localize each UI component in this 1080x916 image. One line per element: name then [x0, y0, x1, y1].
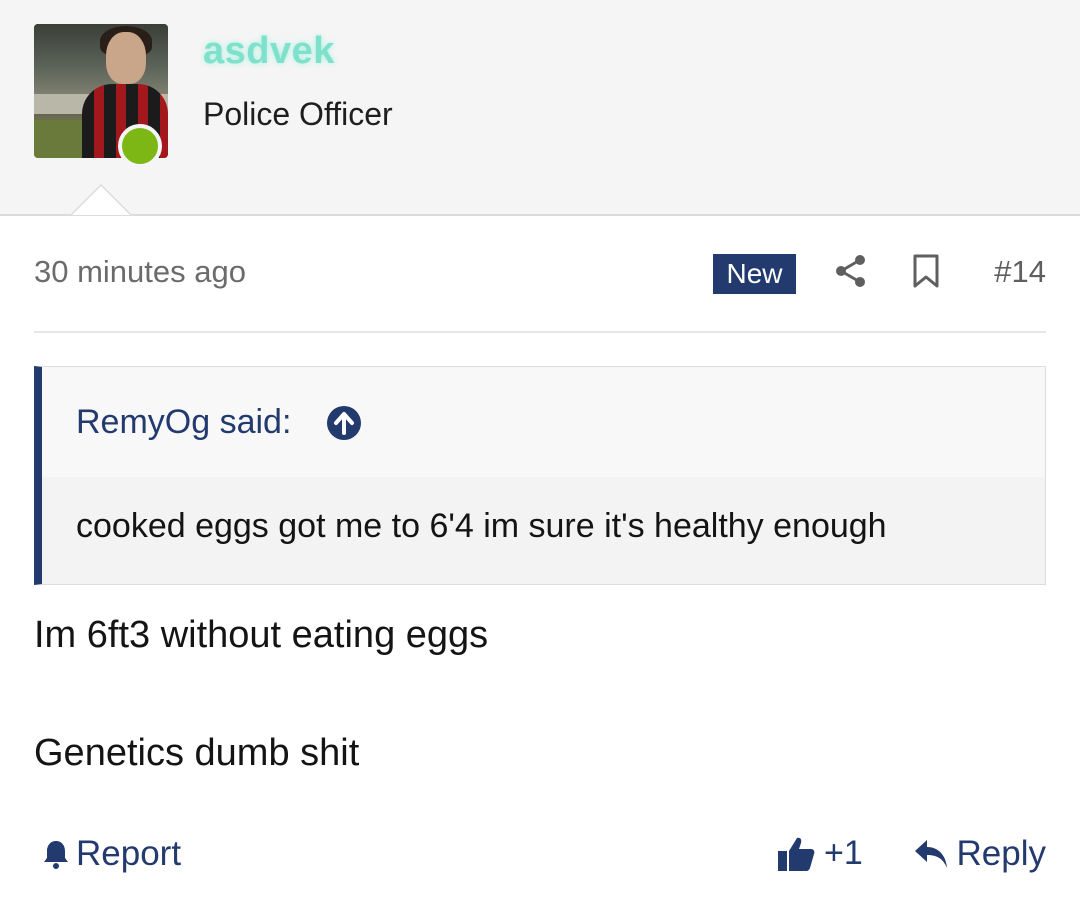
avatar-face [106, 32, 146, 84]
post-number-link[interactable]: #14 [994, 254, 1046, 290]
message-paragraph: Genetics dumb shit [34, 732, 360, 774]
arrow-up-circle-icon[interactable] [326, 405, 362, 441]
reaction-count: +1 [824, 834, 863, 872]
divider [34, 331, 1046, 333]
user-header: asdvek Police Officer [0, 0, 1080, 216]
bell-icon [44, 841, 68, 869]
message-paragraph: Im 6ft3 without eating eggs [34, 614, 489, 656]
report-label: Report [76, 834, 182, 873]
quote-header: RemyOg said: [42, 367, 1045, 477]
quote-author-link[interactable]: RemyOg said: [76, 403, 291, 442]
reply-button[interactable]: Reply [913, 834, 1046, 874]
quote-body: cooked eggs got me to 6'4 im sure it's h… [42, 477, 1045, 584]
like-button[interactable]: +1 [776, 834, 863, 873]
post-message: Im 6ft3 without eating eggs Genetics dum… [34, 612, 488, 776]
user-title: Police Officer [203, 96, 393, 132]
username-link[interactable]: asdvek [203, 30, 335, 73]
post-timestamp[interactable]: 30 minutes ago [34, 254, 246, 290]
report-button[interactable]: Report [42, 834, 181, 874]
post-meta-bar: 30 minutes ago New #14 [34, 240, 1046, 306]
bookmark-icon[interactable] [912, 254, 940, 288]
post-actions: Report +1 Reply [34, 830, 1046, 880]
share-icon[interactable] [834, 254, 868, 288]
reply-label: Reply [956, 834, 1046, 873]
quote-block: RemyOg said: cooked eggs got me to 6'4 i… [34, 366, 1046, 585]
new-badge: New [713, 254, 796, 294]
thumbs-up-icon [778, 837, 815, 871]
online-status-indicator [118, 124, 162, 168]
quote-text: cooked eggs got me to 6'4 im sure it's h… [76, 507, 887, 545]
header-pointer-arrow [70, 184, 132, 215]
reply-arrow-icon [914, 840, 947, 868]
